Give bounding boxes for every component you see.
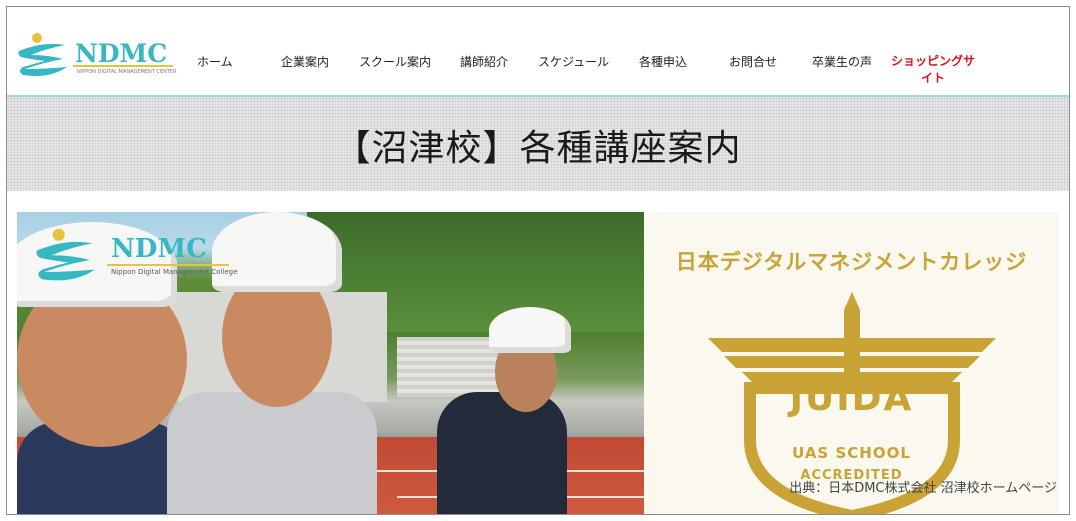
banner-logo-subtitle: Nippon Digital Management College	[111, 268, 238, 276]
nav-schedule[interactable]: スケジュール	[538, 53, 609, 70]
page-title: 【沼津校】各種講座案内	[334, 128, 742, 169]
ndmc-wave-icon	[18, 33, 67, 76]
juida-panel: 日本デジタルマネジメントカレッジ JUIDA UAS SCHOOL ACCRED…	[644, 212, 1059, 514]
person-right-jacket	[437, 392, 567, 514]
site-logo[interactable]: NDMC NIPPON DIGITAL MANAGEMENT CENTER	[15, 29, 177, 79]
person-middle-jacket	[167, 392, 377, 514]
nav-applications[interactable]: 各種申込	[639, 53, 687, 70]
college-name: 日本デジタルマネジメントカレッジ	[675, 250, 1028, 274]
nav-school[interactable]: スクール案内	[359, 53, 431, 70]
nav-instructors[interactable]: 講師紹介	[460, 53, 508, 70]
nav-contact[interactable]: お問合せ	[729, 53, 777, 70]
source-credit: 出典：日本DMC株式会社 沼津校ホームページ	[789, 481, 1057, 496]
nav-testimonials[interactable]: 卒業生の声	[812, 53, 872, 70]
browser-page: NDMC NIPPON DIGITAL MANAGEMENT CENTER ホー…	[6, 6, 1070, 515]
logo-subtitle: NIPPON DIGITAL MANAGEMENT CENTER	[77, 69, 177, 75]
banner-logo-text: NDMC	[111, 234, 207, 264]
nav-home[interactable]: ホーム	[197, 53, 233, 70]
banner-logo: NDMC Nippon Digital Management College	[31, 224, 237, 284]
nav-company[interactable]: 企業案内	[281, 53, 329, 70]
ndmc-wave-icon	[36, 228, 95, 281]
shop-label-line2: イト	[921, 71, 946, 85]
logo-text: NDMC	[75, 39, 168, 68]
main-nav: ホーム 企業案内 スクール案内 講師紹介 スケジュール 各種申込 お問合せ 卒業…	[177, 7, 1069, 95]
person-middle-helmet	[212, 212, 342, 292]
title-band: 【沼津校】各種講座案内	[7, 97, 1069, 191]
badge-school-text: UAS SCHOOL	[792, 444, 911, 462]
person-right-helmet	[489, 307, 571, 353]
shop-label-line1: ショッピングサ	[891, 54, 976, 68]
badge-main-text: JUIDA	[789, 378, 914, 419]
site-header: NDMC NIPPON DIGITAL MANAGEMENT CENTER ホー…	[7, 7, 1069, 95]
nav-shopping-site[interactable]: ショッピングサ イト	[891, 53, 975, 87]
banner-photo: NDMC Nippon Digital Management College	[17, 212, 644, 514]
logo-divider	[73, 65, 173, 67]
banner-logo-divider	[107, 264, 229, 266]
